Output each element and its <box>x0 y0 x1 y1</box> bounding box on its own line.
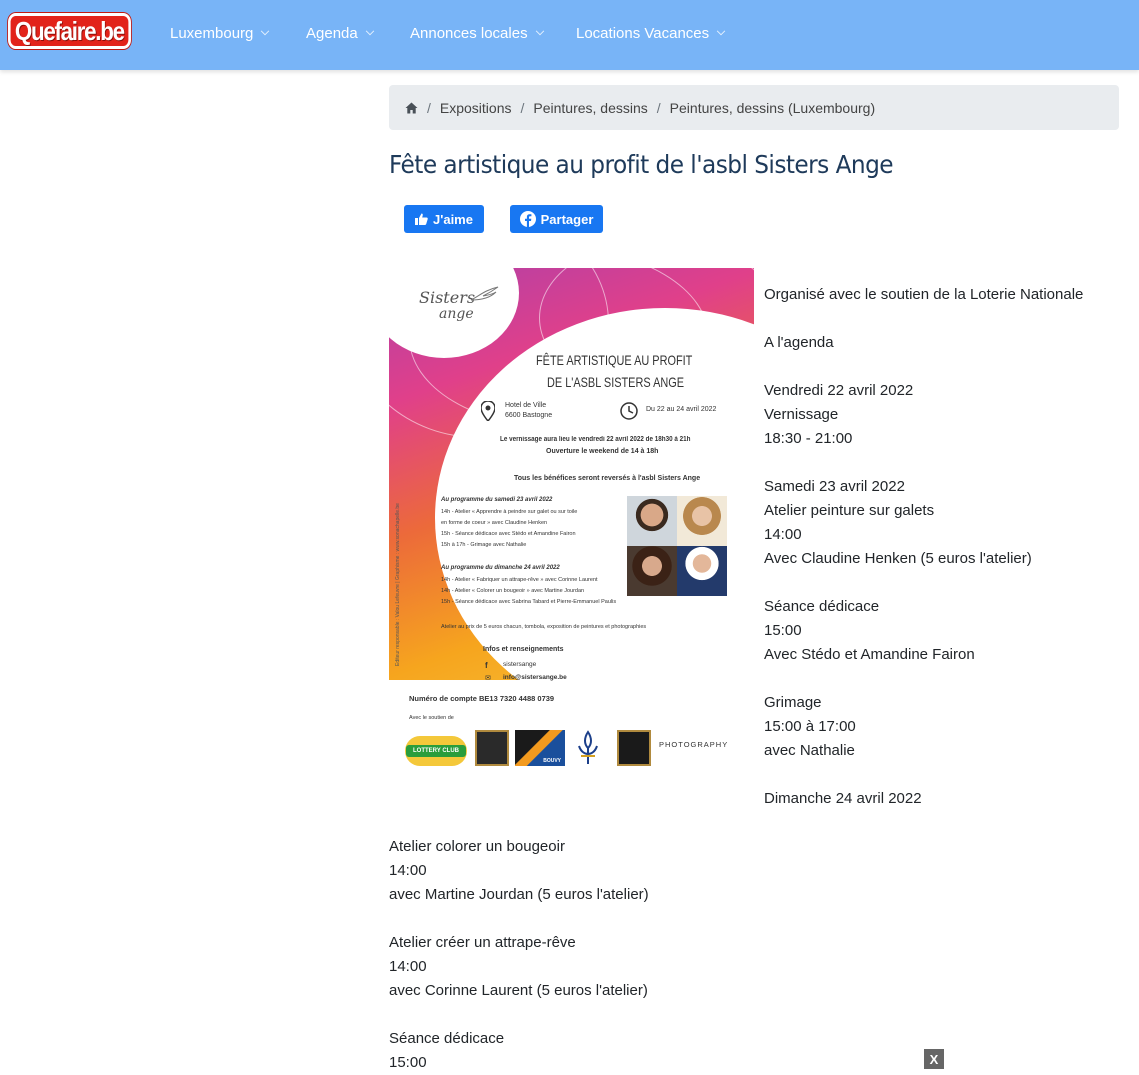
facebook-share-button[interactable]: Partager <box>510 205 603 233</box>
description-line: avec Corinne Laurent (5 euros l'atelier) <box>389 982 648 999</box>
portrait-photo <box>677 546 727 596</box>
description-line: Grimage <box>764 694 822 711</box>
poster-facebook: sistersange <box>503 661 537 668</box>
portrait-photo <box>677 496 727 546</box>
nav-item-label: Luxembourg <box>170 25 254 42</box>
facebook-icon <box>519 211 536 227</box>
sponsor-logo-bouvy: BOUVY <box>515 730 565 766</box>
poster-sun-line: 14h - Atelier « Colorer un bougeoir » av… <box>441 588 585 594</box>
description-line: A l'agenda <box>764 334 834 351</box>
poster-heading: DE L'ASBL SISTERS ANGE <box>547 374 685 390</box>
breadcrumb-link-peintures[interactable]: Peintures, dessins <box>533 100 647 116</box>
chevron-down-icon <box>261 26 270 35</box>
description-line: Dimanche 24 avril 2022 <box>764 790 922 807</box>
poster-vernissage: Le vernissage aura lieu le vendredi 22 a… <box>500 436 691 443</box>
breadcrumb-separator: / <box>656 99 661 116</box>
poster-heading: FÊTE ARTISTIQUE AU PROFIT <box>536 352 693 368</box>
description-line: Samedi 23 avril 2022 <box>764 478 905 495</box>
facebook-icon: f <box>485 661 488 670</box>
poster-sun-line: 15h - Séance dédicace avec Sabrina Tabar… <box>441 599 617 605</box>
poster-logo-text: ange <box>439 306 474 322</box>
portrait-photo <box>627 496 677 546</box>
description-line: Avec Claudine Henken (5 euros l'atelier) <box>764 550 1032 567</box>
description-line: Atelier peinture sur galets <box>764 502 935 519</box>
nav-item-annonces[interactable]: Annonces locales <box>410 25 544 42</box>
description-line: 15:00 <box>389 1054 427 1071</box>
poster-atelier-prix: Atelier au prix de 5 euros chacun, tombo… <box>441 624 647 630</box>
like-label: J'aime <box>433 211 473 227</box>
description-line: 14:00 <box>764 526 802 543</box>
nav-item-agenda[interactable]: Agenda <box>306 25 374 42</box>
description-line: Vernissage <box>764 406 839 423</box>
portrait-photo <box>627 546 677 596</box>
nav-item-label: Agenda <box>306 25 358 42</box>
poster-sat-heading: Au programme du samedi 23 avril 2022 <box>441 497 553 503</box>
poster-benefices: Tous les bénéfices seront reversés à l'a… <box>514 475 701 482</box>
description-line: Séance dédicace <box>389 1030 505 1047</box>
nav-item-locations[interactable]: Locations Vacances <box>576 25 726 42</box>
chevron-down-icon <box>365 26 374 35</box>
poster-sat-line: 14h - Atelier « Apprendre à peindre sur … <box>441 509 578 515</box>
chevron-down-icon <box>716 26 726 35</box>
sponsor-logo-mj <box>617 730 651 766</box>
calendar-clock-icon <box>620 402 638 420</box>
description-line: Avec Stédo et Amandine Fairon <box>764 646 975 663</box>
home-icon[interactable] <box>405 102 418 114</box>
poster-ouverture: Ouverture le weekend de 14 à 18h <box>546 448 659 455</box>
description-line: Organisé avec le soutien de la Loterie N… <box>764 286 1084 303</box>
chevron-down-icon <box>535 26 544 35</box>
location-pin-icon <box>481 401 495 421</box>
mail-icon: ✉ <box>485 675 491 682</box>
description-line: Séance dédicace <box>764 598 880 615</box>
wing-icon <box>471 286 499 301</box>
breadcrumb-separator: / <box>520 99 525 116</box>
description-line: Atelier créer un attrape-rêve <box>389 934 576 951</box>
breadcrumb-link-expositions[interactable]: Expositions <box>440 100 512 116</box>
nav-item-label: Annonces locales <box>410 25 528 42</box>
breadcrumb: / Expositions / Peintures, dessins / Pei… <box>389 85 1119 130</box>
poster-venue: 6600 Bastogne <box>505 412 553 419</box>
poster-sat-line: 15h à 17h - Grimage avec Nathalie <box>441 542 527 548</box>
description-line: 14:00 <box>389 958 427 975</box>
description-line: avec Nathalie <box>764 742 855 759</box>
description-line: Atelier colorer un bougeoir <box>389 838 565 855</box>
poster-dates: Du 22 au 24 avril 2022 <box>646 406 717 413</box>
breadcrumb-separator: / <box>427 99 431 116</box>
fleur-icon <box>578 730 598 764</box>
thumbs-up-icon <box>415 213 428 225</box>
poster-soutien: Avec le soutien de <box>409 715 454 721</box>
description-line: 18:30 - 21:00 <box>764 430 853 447</box>
page-title: Fête artistique au profit de l'asbl Sist… <box>389 150 894 179</box>
nav-item-luxembourg[interactable]: Luxembourg <box>170 25 270 42</box>
description-line: avec Martine Jourdan (5 euros l'atelier) <box>389 886 649 903</box>
poster-sun-heading: Au programme du dimanche 24 avril 2022 <box>441 565 560 571</box>
lottery-club-logo: LOTTERY CLUB <box>405 736 467 766</box>
poster-sun-line: 14h - Atelier « Fabriquer un attrape-rêv… <box>441 577 598 583</box>
close-button[interactable]: X <box>924 1049 944 1069</box>
poster-sat-line: 15h - Séance dédicace avec Stédo et Aman… <box>441 531 576 537</box>
description-line: Vendredi 22 avril 2022 <box>764 382 914 399</box>
facebook-like-button[interactable]: J'aime <box>404 205 484 233</box>
description-line: 15:00 <box>764 622 802 639</box>
nav-item-label: Locations Vacances <box>576 25 710 42</box>
site-logo[interactable]: Quefaire.be <box>8 13 131 49</box>
poster-editeur: Editeur responsable : Valou Lefeuvre | G… <box>395 503 401 666</box>
top-navbar: Quefaire.be Luxembourg Agenda Annonces l… <box>0 0 1139 70</box>
breadcrumb-link-peintures-luxembourg[interactable]: Peintures, dessins (Luxembourg) <box>670 100 875 116</box>
event-poster-image: Sisters ange FÊTE ARTISTIQUE AU PROFIT D… <box>389 268 754 780</box>
sponsor-logo-m <box>475 730 509 766</box>
share-label: Partager <box>540 211 594 227</box>
description-line: 14:00 <box>389 862 427 879</box>
sponsor-logo-fleur <box>575 730 601 766</box>
poster-email: info@sistersange.be <box>503 674 567 681</box>
poster-sat-line: en forme de coeur » avec Claudine Henken <box>441 520 548 526</box>
sponsor-photography-logo: PHOTOGRAPHY <box>659 740 729 749</box>
poster-logo-text: Sisters <box>419 288 476 307</box>
description-line: 15:00 à 17:00 <box>764 718 856 735</box>
poster-infos-heading: Infos et renseignements <box>483 646 564 653</box>
poster-compte: Numéro de compte BE13 7320 4488 0739 <box>409 694 555 703</box>
poster-venue: Hotel de Ville <box>505 402 547 409</box>
